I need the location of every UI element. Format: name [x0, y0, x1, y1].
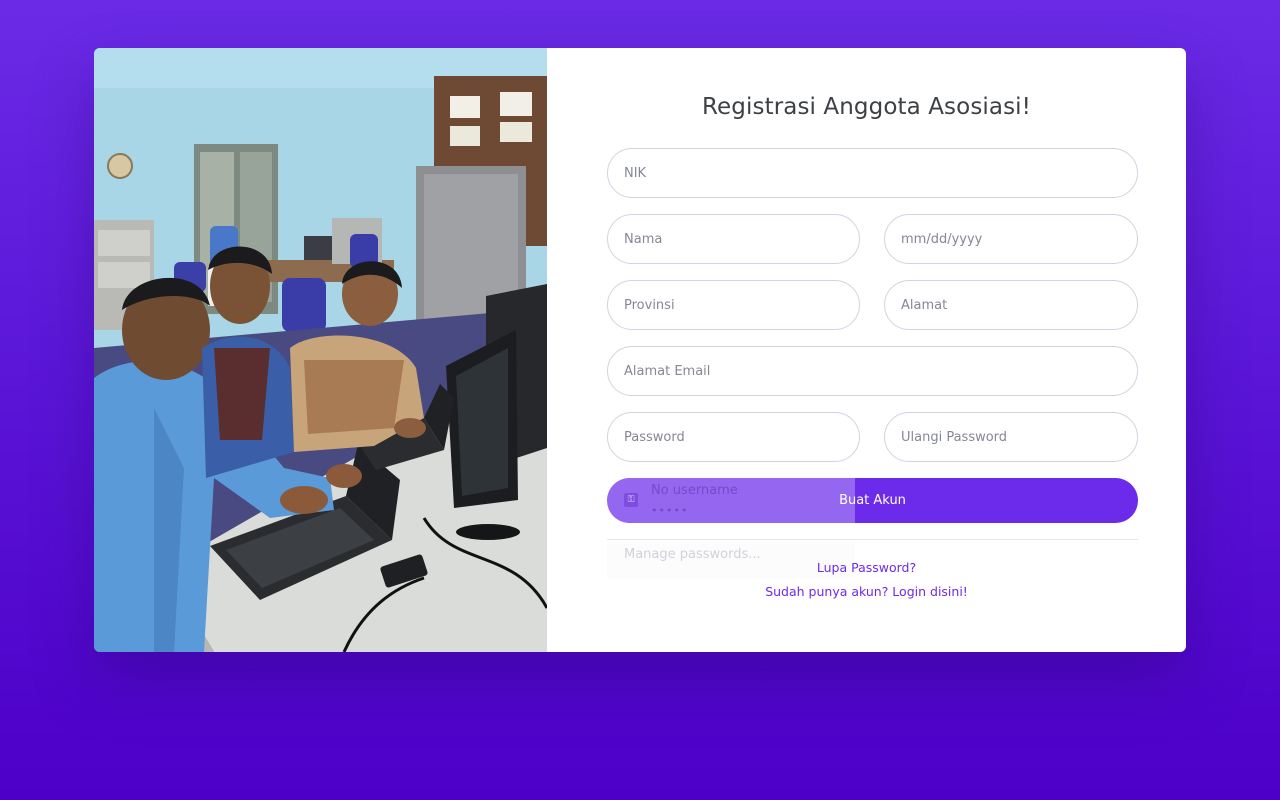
form-divider [607, 539, 1138, 540]
address-field[interactable] [884, 280, 1138, 330]
nik-field[interactable] [607, 148, 1138, 198]
login-link[interactable]: Sudah punya akun? Login disini! [547, 584, 1186, 599]
forgot-password-link[interactable]: Lupa Password? [547, 560, 1186, 575]
registration-card: Registrasi Anggota Asosiasi! Buat Akun ⚿… [94, 48, 1186, 652]
office-photo [94, 48, 547, 652]
email-field[interactable] [607, 346, 1138, 396]
repeat-password-field[interactable] [884, 412, 1138, 462]
birthdate-field[interactable] [884, 214, 1138, 264]
province-field[interactable] [607, 280, 860, 330]
registration-form: Registrasi Anggota Asosiasi! Buat Akun ⚿… [547, 48, 1186, 652]
password-field[interactable] [607, 412, 860, 462]
name-field[interactable] [607, 214, 860, 264]
page-title: Registrasi Anggota Asosiasi! [702, 94, 1031, 120]
create-account-button[interactable]: Buat Akun [607, 478, 1138, 523]
